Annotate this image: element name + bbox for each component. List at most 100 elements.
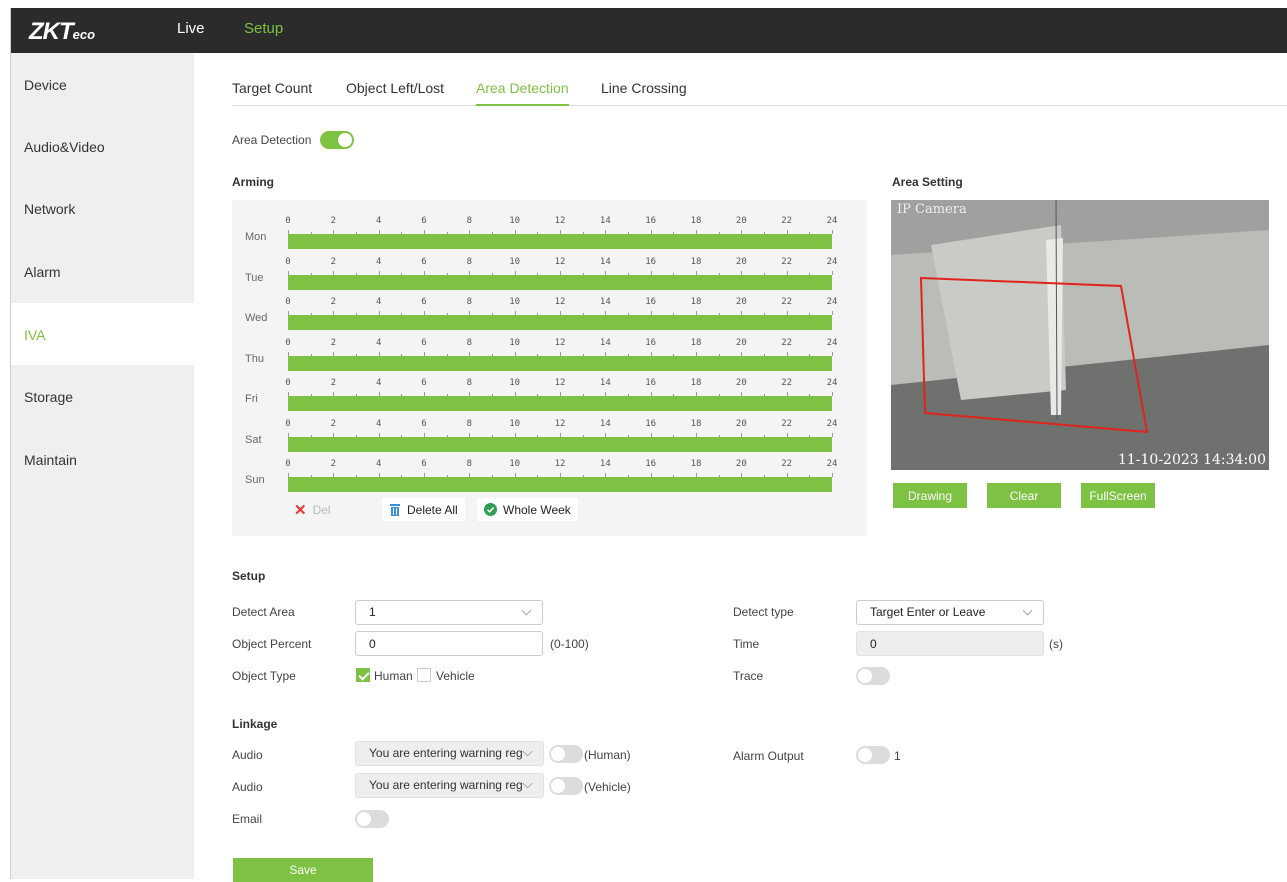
toggle-knob: [858, 669, 872, 683]
delete-all-button[interactable]: Delete All: [382, 498, 465, 521]
audio-human-label: Audio: [232, 748, 263, 762]
hour-tick-label: 16: [645, 459, 657, 469]
trace-toggle[interactable]: [856, 667, 890, 685]
hour-tick-label: 22: [781, 418, 793, 429]
hour-tick-label: 0: [285, 378, 291, 388]
hour-tick-label: 12: [554, 297, 566, 307]
hour-tick-label: 20: [735, 378, 747, 388]
arming-bar[interactable]: [288, 315, 832, 330]
sidebar-item-audio-video[interactable]: Audio&Video: [11, 115, 194, 177]
hour-tick-label: 24: [826, 337, 838, 348]
hour-tick-label: 20: [735, 459, 747, 469]
hour-ticks: 0 2 4 6 8 10 12 14 16 18 20 22 24: [285, 337, 837, 350]
sidebar-item-network[interactable]: Network: [11, 177, 194, 239]
hour-tick-label: 22: [781, 297, 793, 307]
hour-ticks: 0 2 4 6 8 10 12 14 16 18 20 22 24: [285, 378, 837, 390]
hour-ticks: 0 2 4 6 8 10 12 14 16 18 20 22 24: [285, 216, 837, 228]
camera-preview[interactable]: IP Camera 11-10-2023 14:34:00: [891, 200, 1269, 470]
audio-human-select[interactable]: You are entering warning reg: [355, 741, 544, 766]
object-percent-input[interactable]: [355, 631, 543, 656]
hour-tick-label: 0: [285, 337, 291, 348]
hour-tick-label: 2: [330, 337, 337, 348]
arming-bar[interactable]: [288, 477, 832, 492]
hour-tick-label: 12: [554, 216, 566, 226]
detect-type-select[interactable]: Target Enter or Leave: [856, 600, 1044, 625]
tab-object-left-lost[interactable]: Object Left/Lost: [346, 80, 444, 106]
hour-tick-label: 20: [735, 337, 747, 348]
camera-title: IP Camera: [897, 202, 967, 217]
hour-tick-label: 8: [466, 337, 473, 348]
tab-target-count[interactable]: Target Count: [232, 80, 312, 106]
day-label: Sat: [245, 433, 262, 446]
hour-tick-label: 20: [735, 297, 747, 307]
alarm-output-label: Alarm Output: [733, 749, 804, 763]
hour-ticks: 0 2 4 6 8 10 12 14 16 18 20 22 24: [285, 297, 837, 309]
audio-vehicle-suffix: (Vehicle): [584, 780, 631, 794]
human-label: Human: [374, 669, 413, 683]
sidebar-item-alarm[interactable]: Alarm: [11, 240, 194, 302]
hour-tick-label: 4: [375, 337, 382, 348]
hour-tick-label: 24: [826, 256, 838, 267]
arming-bar[interactable]: [288, 355, 832, 371]
detect-area-select[interactable]: 1: [355, 600, 543, 625]
sidebar-item-device[interactable]: Device: [11, 53, 194, 115]
fullscreen-button[interactable]: FullScreen: [1081, 483, 1155, 508]
nav-live[interactable]: Live: [177, 20, 205, 37]
area-detection-toggle[interactable]: [320, 131, 354, 149]
arming-bar[interactable]: [288, 274, 832, 290]
email-toggle[interactable]: [355, 810, 389, 828]
audio-human-toggle[interactable]: [549, 745, 583, 763]
linkage-title: Linkage: [232, 717, 278, 731]
del-button[interactable]: ✕ Del: [287, 498, 338, 521]
hour-tick-label: 6: [421, 256, 427, 267]
save-button[interactable]: Save: [233, 858, 373, 882]
tab-area-detection[interactable]: Area Detection: [476, 80, 569, 106]
toggle-knob: [858, 748, 872, 762]
audio-vehicle-toggle[interactable]: [549, 777, 583, 795]
arming-bar[interactable]: [288, 436, 832, 452]
arming-title: Arming: [232, 175, 274, 189]
hour-tick-label: 2: [330, 378, 337, 388]
chevron-down-icon: [521, 605, 532, 616]
alarm-output-toggle[interactable]: [856, 746, 890, 764]
nav-setup[interactable]: Setup: [244, 20, 283, 37]
hour-tick-label: 10: [509, 337, 521, 348]
hour-tick-label: 24: [826, 297, 838, 307]
hour-tick-label: 14: [599, 216, 611, 226]
hour-tick-label: 20: [735, 418, 747, 429]
clear-button[interactable]: Clear: [987, 483, 1061, 508]
sidebar-item-maintain[interactable]: Maintain: [11, 428, 194, 490]
hour-tick-label: 10: [509, 256, 521, 267]
hour-tick-label: 8: [466, 459, 473, 469]
hour-tick-label: 20: [735, 256, 747, 267]
arming-bar[interactable]: [288, 234, 832, 249]
object-percent-label: Object Percent: [232, 637, 312, 651]
human-checkbox[interactable]: [356, 668, 370, 682]
sidebar-item-storage[interactable]: Storage: [11, 365, 194, 427]
zkteco-logo: ZKTeco: [29, 18, 96, 45]
arming-bar[interactable]: [288, 396, 832, 411]
drawing-button[interactable]: Drawing: [893, 483, 967, 508]
hour-tick-label: 2: [330, 216, 337, 226]
hour-tick-label: 14: [599, 418, 611, 429]
hour-ticks: 0 2 4 6 8 10 12 14 16 18 20 22 24: [285, 418, 837, 431]
hour-tick-label: 20: [735, 216, 747, 226]
hour-tick-label: 18: [690, 459, 702, 469]
hour-tick-label: 12: [554, 378, 566, 388]
whole-week-button[interactable]: Whole Week: [477, 498, 578, 521]
tab-line-crossing[interactable]: Line Crossing: [601, 80, 687, 106]
hour-tick-label: 24: [826, 418, 838, 429]
hour-tick-label: 8: [466, 418, 473, 429]
detect-area-label: Detect Area: [232, 605, 295, 619]
time-unit: (s): [1049, 637, 1063, 651]
hour-tick-label: 6: [421, 378, 427, 388]
hour-tick-label: 0: [285, 256, 291, 267]
hour-tick-label: 4: [375, 256, 382, 267]
hour-tick-label: 0: [285, 216, 291, 226]
time-label: Time: [733, 637, 760, 651]
vehicle-checkbox[interactable]: [417, 668, 431, 682]
audio-vehicle-select[interactable]: You are entering warning reg: [355, 773, 544, 798]
sidebar-item-iva[interactable]: IVA: [11, 303, 194, 365]
day-label: Wed: [245, 312, 268, 324]
toggle-knob: [551, 747, 565, 761]
